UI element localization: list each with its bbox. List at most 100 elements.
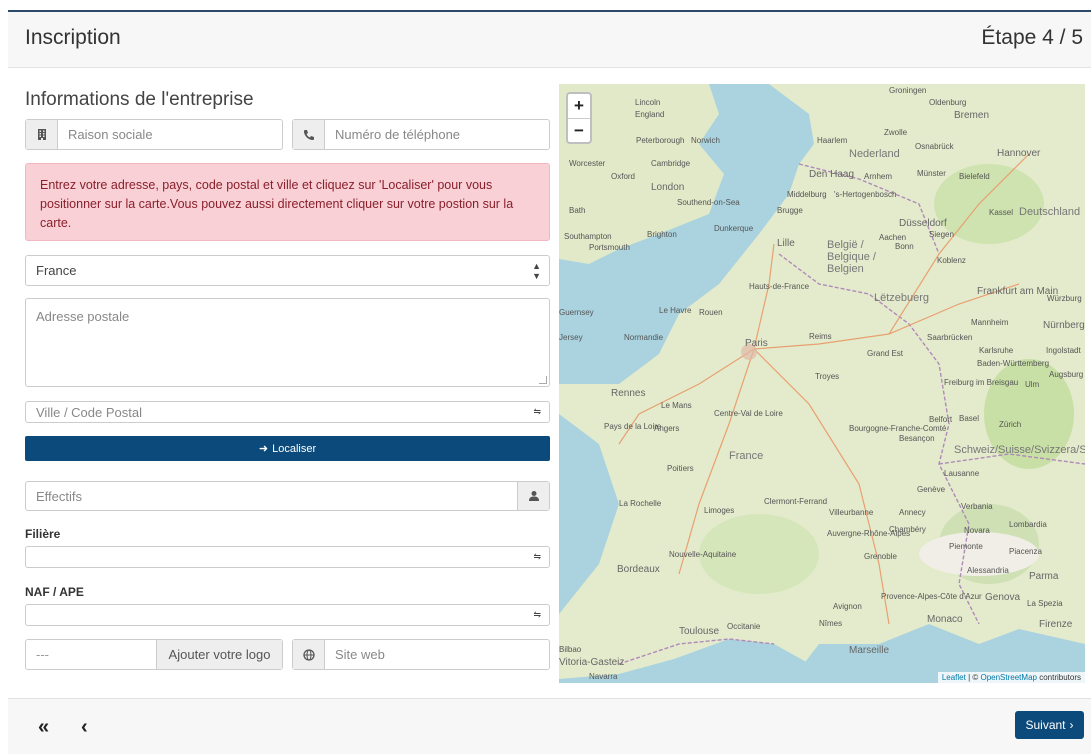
- locate-button[interactable]: ➜ Localiser: [25, 436, 550, 461]
- map-place-label: Karlsruhe: [979, 346, 1014, 355]
- osm-link[interactable]: OpenStreetMap: [980, 673, 1036, 682]
- company-name-input[interactable]: Raison sociale: [58, 120, 282, 149]
- map-place-label: Dunkerque: [714, 224, 754, 233]
- city-select[interactable]: Ville / Code Postal ⇋: [25, 401, 550, 423]
- map-place-label: Bilbao: [559, 645, 582, 654]
- map-place-label: Deutschland: [1019, 206, 1081, 218]
- phone-icon: [293, 120, 325, 149]
- map-place-label: Clermont-Ferrand: [764, 497, 828, 506]
- map-place-label: Navarra: [589, 672, 618, 681]
- country-value: France: [36, 263, 77, 278]
- naf-label: NAF / APE: [25, 585, 84, 599]
- building-icon: [26, 120, 58, 149]
- naf-select[interactable]: ⇋: [25, 604, 550, 626]
- map-place-label: Reims: [809, 332, 832, 341]
- map-place-label: Saarbrücken: [927, 333, 973, 342]
- map-place-label: Belgique /: [827, 251, 876, 263]
- map-place-label: Baden-Württemberg: [977, 359, 1050, 368]
- map-place-label: La Spezia: [1027, 599, 1063, 608]
- map-place-label: Groningen: [889, 86, 927, 95]
- select-arrows-icon: ⇋: [533, 551, 541, 562]
- map-place-label: Monaco: [927, 614, 963, 625]
- map-place-label: Aachen: [879, 233, 907, 242]
- locate-label: Localiser: [272, 442, 317, 455]
- first-step-icon[interactable]: «: [38, 716, 49, 739]
- map-place-label: Bath: [569, 206, 586, 215]
- map-place-label: Basel: [959, 414, 980, 423]
- map-place-label: Bourgogne-Franche-Comté: [849, 424, 947, 433]
- map-place-label: Portsmouth: [589, 243, 630, 252]
- add-logo-button[interactable]: Ajouter votre logo: [156, 640, 282, 669]
- map-place-label: Middelburg: [787, 190, 827, 199]
- map-place-label: Zwolle: [884, 128, 908, 137]
- map-place-label: Bremen: [954, 110, 990, 121]
- map-place-label: Koblenz: [937, 256, 966, 265]
- leaflet-link[interactable]: Leaflet: [942, 673, 966, 682]
- map-place-label: Alessandria: [967, 566, 1009, 575]
- map-place-label: Hannover: [997, 148, 1041, 159]
- map-place-label: Kassel: [989, 208, 1014, 217]
- map-place-label: Hauts-de-France: [749, 282, 810, 291]
- map-place-label: Grenoble: [864, 552, 897, 561]
- map-place-label: Rouen: [699, 308, 723, 317]
- map-place-label: Nouvelle-Aquitaine: [669, 550, 737, 559]
- map-place-label: Oldenburg: [929, 98, 967, 107]
- map-place-label: Genova: [985, 592, 1021, 603]
- staff-input[interactable]: Effectifs: [26, 482, 517, 510]
- filiere-select[interactable]: ⇋: [25, 546, 550, 568]
- map-place-label: Brugge: [777, 206, 803, 215]
- previous-step-icon[interactable]: ‹: [81, 716, 88, 739]
- map-place-label: Nîmes: [819, 619, 843, 628]
- website-field[interactable]: Site web: [292, 639, 550, 670]
- map-place-label: Siegen: [929, 230, 954, 239]
- website-input[interactable]: Site web: [325, 640, 549, 669]
- map-place-label: Belfort: [929, 415, 953, 424]
- select-arrows-icon: ⇋: [533, 609, 541, 620]
- zoom-in-button[interactable]: +: [568, 94, 590, 118]
- staff-field[interactable]: Effectifs: [25, 481, 550, 511]
- map-place-label: Haarlem: [817, 136, 848, 145]
- resize-handle-icon[interactable]: [539, 376, 547, 384]
- map-place-label: Bielefeld: [959, 172, 990, 181]
- company-name-field[interactable]: Raison sociale: [25, 119, 283, 150]
- next-button[interactable]: Suivant ›: [1015, 711, 1084, 739]
- map-place-label: Bonn: [895, 242, 914, 251]
- map-place-label: Besançon: [899, 434, 935, 443]
- phone-field[interactable]: Numéro de téléphone: [292, 119, 550, 150]
- zoom-out-button[interactable]: −: [568, 118, 590, 142]
- map-place-label: Grand Est: [867, 349, 904, 358]
- phone-input[interactable]: Numéro de téléphone: [325, 120, 549, 149]
- map-place-label: France: [729, 450, 764, 462]
- map-place-label: Vitoria-Gasteiz: [559, 657, 625, 668]
- map-place-label: Troyes: [815, 372, 840, 381]
- map-place-label: Novara: [964, 526, 990, 535]
- map-place-label: Norwich: [691, 136, 720, 145]
- select-arrows-icon: ⇋: [533, 406, 541, 417]
- address-placeholder: Adresse postale: [36, 309, 130, 324]
- map-place-label: Centre-Val de Loire: [714, 409, 783, 418]
- map-place-label: Oxford: [611, 172, 636, 181]
- map-place-label: Le Mans: [661, 401, 692, 410]
- chevron-right-icon: ›: [1069, 718, 1074, 732]
- map-place-label: Pays de la Loire: [604, 422, 662, 431]
- map-place-label: Lombardia: [1009, 520, 1047, 529]
- globe-icon: [293, 640, 325, 669]
- map-place-label: Lincoln: [635, 98, 661, 107]
- map-place-label: Nederland: [849, 148, 900, 160]
- map-place-label: Münster: [917, 169, 946, 178]
- zoom-control[interactable]: + −: [566, 92, 592, 144]
- map[interactable]: Groningen Oldenburg Bremen Lincoln Engla…: [559, 84, 1085, 683]
- map-place-label: Zürich: [999, 420, 1022, 429]
- map-place-label: Ingolstadt: [1046, 346, 1081, 355]
- filiere-label: Filière: [25, 527, 61, 541]
- map-place-label: Worcester: [569, 159, 606, 168]
- map-place-label: Verbania: [961, 502, 993, 511]
- map-place-label: Frankfurt am Main: [977, 286, 1059, 297]
- map-place-label: Düsseldorf: [899, 218, 947, 229]
- country-select[interactable]: France ▲ ▼: [25, 255, 550, 286]
- logo-field[interactable]: --- Ajouter votre logo: [25, 639, 283, 670]
- address-textarea[interactable]: Adresse postale: [25, 298, 550, 387]
- map-place-label: Schweiz/Suisse/Svizzera/Svizra: [954, 444, 1085, 456]
- map-place-label: Bordeaux: [617, 564, 660, 575]
- map-place-label: Den Haag: [809, 169, 855, 180]
